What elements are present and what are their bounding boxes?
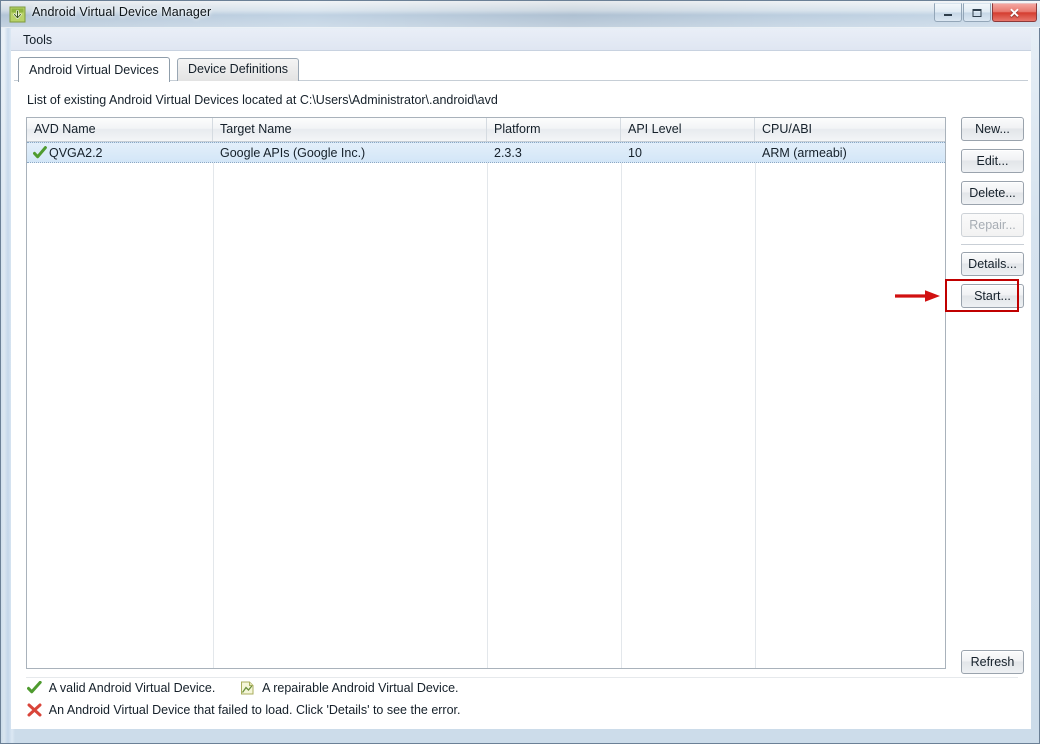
maximize-button[interactable]: [963, 3, 991, 22]
details-button[interactable]: Details...: [961, 252, 1024, 276]
repair-button: Repair...: [961, 213, 1024, 237]
screenshot-root: Android Virtual Device Manager ✕ Tools A…: [0, 0, 1040, 744]
footer-divider: [26, 677, 1018, 678]
green-check-icon: [27, 681, 42, 694]
tab-device-definitions[interactable]: Device Definitions: [177, 58, 300, 81]
client-area: Android Virtual Devices Device Definitio…: [11, 51, 1031, 729]
legend-line-2: An Android Virtual Device that failed to…: [27, 703, 461, 717]
window-titlebar[interactable]: Android Virtual Device Manager ✕: [1, 1, 1040, 28]
cell-cpu-abi: ARM (armeabi): [762, 146, 847, 160]
green-check-icon: [33, 146, 47, 159]
cell-avd-name: QVGA2.2: [49, 146, 103, 160]
legend-repairable-text: A repairable Android Virtual Device.: [262, 681, 459, 695]
close-icon: ✕: [1009, 5, 1020, 20]
close-button[interactable]: ✕: [992, 3, 1037, 22]
avd-location-description: List of existing Android Virtual Devices…: [27, 93, 498, 107]
column-header-cpu-abi[interactable]: CPU/ABI: [755, 118, 945, 141]
table-header-row: AVD Name Target Name Platform API Level …: [27, 118, 945, 142]
column-divider: [621, 142, 622, 668]
maximize-icon: [972, 8, 982, 17]
delete-button[interactable]: Delete...: [961, 181, 1024, 205]
avd-table[interactable]: AVD Name Target Name Platform API Level …: [26, 117, 946, 669]
column-header-platform[interactable]: Platform: [487, 118, 621, 141]
legend-valid-text: A valid Android Virtual Device.: [48, 681, 216, 695]
cell-api-level: 10: [628, 146, 642, 160]
tabstrip: Android Virtual Devices Device Definitio…: [14, 57, 1028, 82]
edit-button[interactable]: Edit...: [961, 149, 1024, 173]
repairable-document-icon: [241, 681, 254, 695]
refresh-button[interactable]: Refresh: [961, 650, 1024, 674]
red-x-icon: [27, 703, 42, 717]
android-sdk-icon: [9, 6, 26, 23]
legend-failed-text: An Android Virtual Device that failed to…: [48, 703, 461, 717]
avd-manager-window: Android Virtual Device Manager ✕ Tools A…: [0, 0, 1040, 744]
column-divider: [213, 142, 214, 668]
column-header-target-name[interactable]: Target Name: [213, 118, 487, 141]
legend-line-1: A valid Android Virtual Device. A repair…: [27, 681, 459, 695]
menu-item-tools[interactable]: Tools: [18, 32, 57, 48]
column-divider: [487, 142, 488, 668]
cell-platform: 2.3.3: [494, 146, 522, 160]
window-title: Android Virtual Device Manager: [32, 5, 212, 19]
tab-android-virtual-devices[interactable]: Android Virtual Devices: [18, 57, 170, 82]
column-header-api-level[interactable]: API Level: [621, 118, 755, 141]
minimize-icon: [944, 14, 952, 16]
new-button[interactable]: New...: [961, 117, 1024, 141]
button-group-separator: [961, 244, 1024, 245]
cell-target-name: Google APIs (Google Inc.): [220, 146, 366, 160]
minimize-button[interactable]: [934, 3, 962, 22]
column-header-avd-name[interactable]: AVD Name: [27, 118, 213, 141]
table-row[interactable]: QVGA2.2 Google APIs (Google Inc.) 2.3.3 …: [27, 142, 945, 163]
column-divider: [755, 142, 756, 668]
window-controls: ✕: [934, 3, 1037, 22]
start-button[interactable]: Start...: [961, 284, 1024, 308]
menubar: Tools: [11, 29, 1031, 51]
table-body: QVGA2.2 Google APIs (Google Inc.) 2.3.3 …: [27, 142, 945, 668]
